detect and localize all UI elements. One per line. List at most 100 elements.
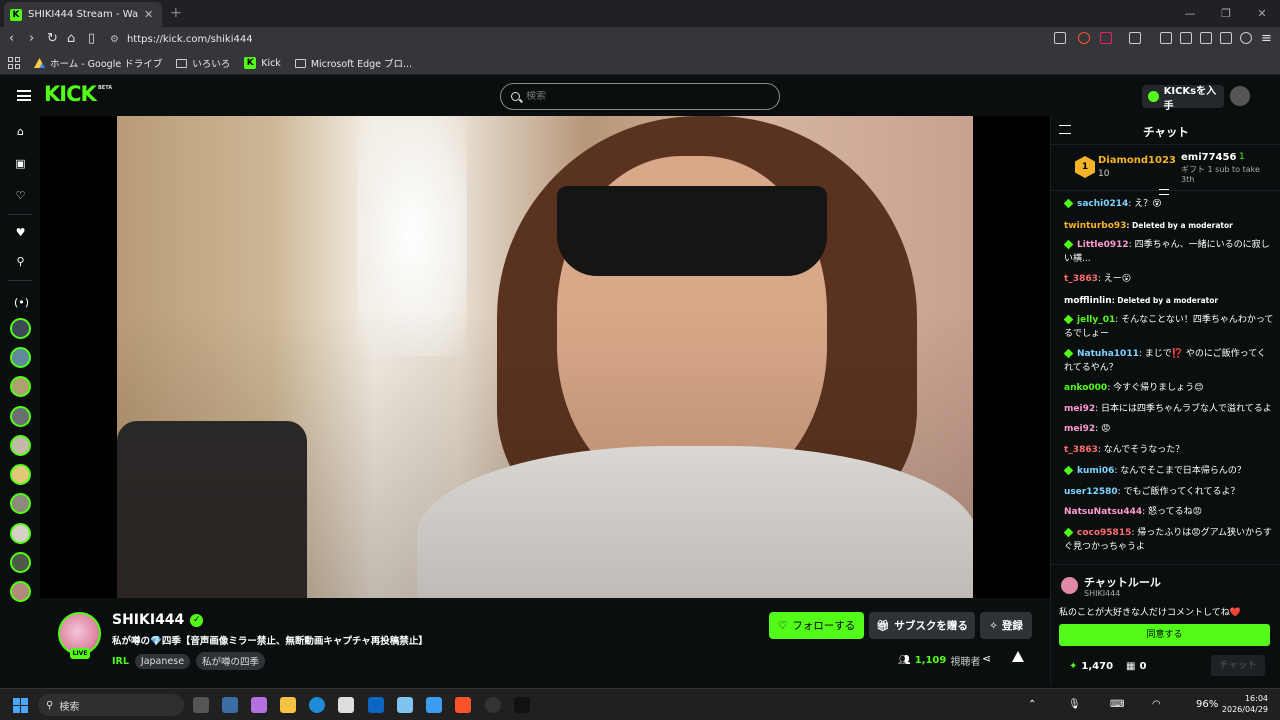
reload-icon[interactable]: ↻ [47, 31, 58, 46]
gift-balance[interactable]: ▦ 0 [1126, 661, 1146, 672]
site-info-icon[interactable]: ⚙ [110, 34, 119, 45]
channel-icon[interactable]: ⚲ [14, 255, 27, 268]
wifi-icon[interactable]: ◠ [1152, 699, 1161, 710]
store-app-icon[interactable] [338, 697, 354, 713]
chat-username[interactable]: Little0912 [1077, 240, 1129, 250]
task-view-icon[interactable] [193, 697, 209, 713]
followed-channel-avatar[interactable] [10, 347, 31, 368]
chat-username[interactable]: mei92 [1064, 424, 1095, 434]
browser-tab[interactable]: K SHIKI444 Stream - Watch Live ✕ [4, 2, 162, 27]
address-bar[interactable]: ⚙ https://kick.com/shiki444 [110, 30, 1070, 49]
chat-username[interactable]: twinturbo93 [1064, 221, 1126, 231]
agree-button[interactable]: 同意する [1059, 624, 1270, 646]
share-page-icon[interactable] [1054, 32, 1066, 44]
search-input[interactable] [526, 91, 766, 102]
chat-username[interactable]: user12580 [1064, 487, 1118, 497]
gift-sub-button[interactable]: 🎁︎ サブスクを贈る [869, 612, 975, 639]
menu-icon[interactable]: ≡ [1261, 31, 1272, 46]
edge-app-icon[interactable] [309, 697, 325, 713]
ai-icon[interactable] [1220, 32, 1232, 44]
bookmark-folder-edge[interactable]: Microsoft Edge ブロ... [294, 56, 412, 70]
restore-icon[interactable]: ❐ [1208, 0, 1244, 27]
followed-channel-avatar[interactable] [10, 493, 31, 514]
following-nav-icon[interactable]: ♡ [14, 189, 27, 202]
mic-icon[interactable]: 🎙︎ [1068, 699, 1081, 710]
send-chat-button[interactable]: チャット [1211, 655, 1265, 676]
apps-grid-icon[interactable] [8, 57, 20, 69]
bookmark-icon[interactable]: ▯ [88, 31, 95, 46]
chat-username[interactable]: sachi0214 [1077, 199, 1128, 209]
tag-chip[interactable]: Japanese [134, 653, 191, 669]
rewards-icon[interactable] [1100, 32, 1112, 44]
user-avatar[interactable] [1230, 86, 1250, 106]
expand-pinned-icon[interactable] [1159, 189, 1169, 195]
minimize-icon[interactable]: — [1172, 0, 1208, 27]
subscribe-button[interactable]: ✧ 登録 [980, 612, 1032, 639]
category-link[interactable]: IRL [112, 656, 129, 667]
tag-chip[interactable]: 私が噂の四季 [196, 652, 266, 670]
bookmark-kick[interactable]: K Kick [244, 57, 281, 69]
cloud-app-icon[interactable] [426, 697, 442, 713]
windows-start-icon[interactable] [13, 698, 28, 713]
file-explorer-icon[interactable] [280, 697, 296, 713]
share-icon[interactable]: ⋖ [982, 652, 991, 665]
chat-username[interactable]: t_3863 [1064, 445, 1098, 455]
chat-username[interactable]: t_3863 [1064, 274, 1098, 284]
video-player[interactable] [40, 116, 1050, 598]
browse-nav-icon[interactable]: ▣ [14, 157, 27, 170]
followed-channel-avatar[interactable] [10, 376, 31, 397]
brave-shields-icon[interactable] [1078, 32, 1090, 44]
chat-username[interactable]: Natuha1011 [1077, 349, 1139, 359]
window-close-icon[interactable]: ✕ [1244, 0, 1280, 27]
gifter-name[interactable]: emi77456 [1181, 152, 1236, 163]
app-icon[interactable] [368, 697, 384, 713]
search-box[interactable] [500, 83, 780, 110]
battery-label[interactable]: 96% [1196, 699, 1218, 710]
chat-username[interactable]: mei92 [1064, 404, 1095, 414]
kicks-balance[interactable]: ✦ 1,470 [1069, 661, 1113, 672]
chat-username[interactable]: jelly_01 [1077, 315, 1115, 325]
keyboard-icon[interactable]: ⌨ [1110, 699, 1124, 710]
tab-close-icon[interactable]: ✕ [144, 8, 153, 21]
chat-username[interactable]: anko000 [1064, 383, 1107, 393]
tray-chevron-icon[interactable]: ⌃ [1028, 699, 1036, 710]
bookmark-google-drive[interactable]: ホーム - Google ドライブ [34, 56, 162, 70]
followed-channel-avatar[interactable] [10, 464, 31, 485]
hamburger-menu-icon[interactable] [17, 90, 31, 101]
bookmark-folder-iroiro[interactable]: いろいろ [176, 56, 230, 70]
get-kicks-button[interactable]: KICKsを入手 [1142, 85, 1224, 112]
followed-channel-avatar[interactable] [10, 581, 31, 602]
music-icon[interactable] [1160, 32, 1172, 44]
brave-app-icon[interactable] [455, 697, 471, 713]
chat-username[interactable]: kumi06 [1077, 466, 1114, 476]
chat-username[interactable]: mofflinlin [1064, 296, 1112, 306]
report-icon[interactable] [1012, 651, 1024, 662]
wallet-icon[interactable] [1200, 32, 1212, 44]
forward-icon[interactable]: › [29, 31, 34, 46]
copilot-app-icon[interactable] [251, 697, 267, 713]
vpn-icon[interactable] [1240, 32, 1252, 44]
streamer-name[interactable]: SHIKI444 [112, 612, 184, 628]
notepad-app-icon[interactable] [397, 697, 413, 713]
followed-channel-avatar[interactable] [10, 318, 31, 339]
heart-icon[interactable]: ♥ [14, 226, 27, 239]
follow-button[interactable]: ♡ フォローする [769, 612, 864, 639]
followed-channel-avatar[interactable] [10, 523, 31, 544]
followed-channel-avatar[interactable] [10, 552, 31, 573]
obs-app-icon[interactable] [485, 697, 501, 713]
clock[interactable]: 16:04 2026/04/29 [1222, 693, 1268, 715]
back-icon[interactable]: ‹ [9, 31, 14, 46]
new-tab-button[interactable]: + [170, 5, 182, 21]
followed-channel-avatar[interactable] [10, 435, 31, 456]
tiktok-app-icon[interactable] [514, 697, 530, 713]
top-gifter-name[interactable]: Diamond1023 [1098, 155, 1176, 166]
chat-username[interactable]: coco95815 [1077, 528, 1131, 538]
video-frame[interactable] [117, 116, 973, 598]
home-nav-icon[interactable]: ⌂ [14, 125, 27, 138]
chat-username[interactable]: NatsuNatsu444 [1064, 507, 1142, 517]
settings-app-icon[interactable] [222, 697, 238, 713]
followed-channel-avatar[interactable] [10, 406, 31, 427]
home-icon[interactable]: ⌂ [67, 31, 75, 46]
extension-icon[interactable] [1129, 32, 1141, 44]
sidebar-icon[interactable] [1180, 32, 1192, 44]
